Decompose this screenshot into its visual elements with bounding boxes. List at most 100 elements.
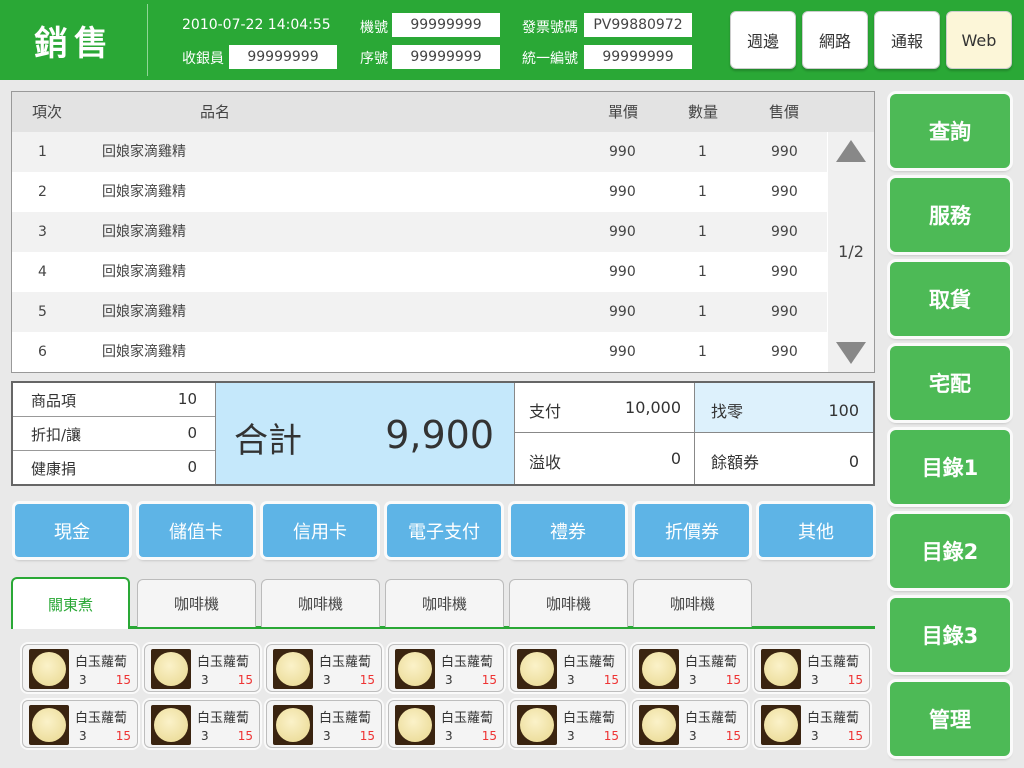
- product-tile[interactable]: 白玉蘿蔔 3 15: [144, 644, 260, 692]
- catalog-1-button[interactable]: 目錄1: [890, 430, 1010, 504]
- radish-icon: [29, 649, 69, 689]
- service-button[interactable]: 服務: [890, 178, 1010, 252]
- summary-left: 商品項 10 折扣/讓 0 健康捐 0: [13, 383, 215, 484]
- product-qty: 3: [811, 673, 819, 687]
- items-count-row: 商品項 10: [13, 383, 215, 417]
- voucher-label: 餘額券: [711, 453, 760, 472]
- cashier-field: 99999999: [229, 45, 337, 69]
- network-button[interactable]: 網路: [802, 11, 868, 69]
- product-price: 15: [603, 729, 619, 743]
- health-label: 健康捐: [31, 460, 77, 478]
- table-row[interactable]: 4 回娘家滴雞精 990 1 990: [12, 252, 827, 292]
- scroll-down-icon[interactable]: [836, 342, 866, 364]
- product-tile[interactable]: 白玉蘿蔔 3 15: [266, 700, 382, 748]
- product-qty: 3: [567, 729, 575, 743]
- col-no: 項次: [32, 103, 63, 121]
- product-tile[interactable]: 白玉蘿蔔 3 15: [266, 644, 382, 692]
- product-tile[interactable]: 白玉蘿蔔 3 15: [510, 644, 626, 692]
- catalog-2-button[interactable]: 目錄2: [890, 514, 1010, 588]
- health-value: 0: [187, 458, 197, 476]
- product-price: 15: [481, 729, 497, 743]
- tab-coffee-3[interactable]: 咖啡機: [385, 579, 504, 627]
- product-tile[interactable]: 白玉蘿蔔 3 15: [22, 700, 138, 748]
- col-price: 單價: [608, 103, 639, 121]
- product-name: 白玉蘿蔔: [807, 711, 860, 726]
- radish-icon: [761, 705, 801, 745]
- row-no: 6: [38, 344, 47, 360]
- row-no: 4: [38, 264, 47, 280]
- product-tile[interactable]: 白玉蘿蔔 3 15: [510, 700, 626, 748]
- tab-coffee-2[interactable]: 咖啡機: [261, 579, 380, 627]
- row-price: 990: [609, 304, 636, 320]
- product-qty: 3: [811, 729, 819, 743]
- product-tile[interactable]: 白玉蘿蔔 3 15: [388, 644, 504, 692]
- credit-card-button[interactable]: 信用卡: [263, 504, 377, 557]
- total-box: 合計 9,900: [215, 383, 515, 484]
- product-price: 15: [359, 673, 375, 687]
- product-name: 白玉蘿蔔: [197, 655, 250, 670]
- page-indicator: 1/2: [838, 242, 864, 261]
- scroll-up-icon[interactable]: [836, 140, 866, 162]
- row-price: 990: [609, 184, 636, 200]
- product-tile[interactable]: 白玉蘿蔔 3 15: [144, 700, 260, 748]
- header-bar: 銷售 2010-07-22 14:04:55 收銀員 99999999 機號 9…: [0, 0, 1024, 80]
- product-price: 15: [847, 673, 863, 687]
- tab-oden[interactable]: 關東煮: [11, 577, 130, 629]
- product-price: 15: [481, 673, 497, 687]
- table-row[interactable]: 1 回娘家滴雞精 990 1 990: [12, 132, 827, 172]
- stored-value-card-button[interactable]: 儲值卡: [139, 504, 253, 557]
- datetime: 2010-07-22 14:04:55: [182, 17, 331, 33]
- product-name: 白玉蘿蔔: [441, 711, 494, 726]
- table-row[interactable]: 2 回娘家滴雞精 990 1 990: [12, 172, 827, 212]
- pickup-button[interactable]: 取貨: [890, 262, 1010, 336]
- radish-icon: [395, 705, 435, 745]
- tab-coffee-1[interactable]: 咖啡機: [137, 579, 256, 627]
- web-button[interactable]: Web: [946, 11, 1012, 69]
- row-amount: 990: [771, 304, 798, 320]
- product-price: 15: [847, 729, 863, 743]
- total-label: 合計: [234, 421, 302, 461]
- row-price: 990: [609, 144, 636, 160]
- row-name: 回娘家滴雞精: [102, 304, 186, 320]
- radish-icon: [761, 649, 801, 689]
- catalog-3-button[interactable]: 目錄3: [890, 598, 1010, 672]
- row-qty: 1: [698, 144, 707, 160]
- notify-button[interactable]: 通報: [874, 11, 940, 69]
- coupon-button[interactable]: 折價券: [635, 504, 749, 557]
- radish-icon: [639, 649, 679, 689]
- product-qty: 3: [445, 729, 453, 743]
- manage-button[interactable]: 管理: [890, 682, 1010, 756]
- payment-box: 支付 10,000 溢收 0: [515, 383, 695, 484]
- tab-coffee-5[interactable]: 咖啡機: [633, 579, 752, 627]
- product-price: 15: [115, 729, 131, 743]
- table-row[interactable]: 3 回娘家滴雞精 990 1 990: [12, 212, 827, 252]
- table-row[interactable]: 6 回娘家滴雞精 990 1 990: [12, 332, 827, 372]
- invoice-label: 發票號碼: [522, 20, 578, 36]
- radish-icon: [517, 705, 557, 745]
- machine-field: 99999999: [392, 13, 500, 37]
- product-name: 白玉蘿蔔: [197, 711, 250, 726]
- product-price: 15: [725, 673, 741, 687]
- product-tile[interactable]: 白玉蘿蔔 3 15: [632, 644, 748, 692]
- query-button[interactable]: 查詢: [890, 94, 1010, 168]
- gift-voucher-button[interactable]: 禮券: [511, 504, 625, 557]
- cash-button[interactable]: 現金: [15, 504, 129, 557]
- product-tile[interactable]: 白玉蘿蔔 3 15: [754, 700, 870, 748]
- col-amount: 售價: [769, 103, 800, 121]
- product-name: 白玉蘿蔔: [807, 655, 860, 670]
- other-payment-button[interactable]: 其他: [759, 504, 873, 557]
- e-payment-button[interactable]: 電子支付: [387, 504, 501, 557]
- product-tile[interactable]: 白玉蘿蔔 3 15: [388, 700, 504, 748]
- product-tile[interactable]: 白玉蘿蔔 3 15: [632, 700, 748, 748]
- delivery-button[interactable]: 宅配: [890, 346, 1010, 420]
- overpay-label: 溢收: [529, 453, 562, 472]
- table-row[interactable]: 5 回娘家滴雞精 990 1 990: [12, 292, 827, 332]
- product-tile[interactable]: 白玉蘿蔔 3 15: [22, 644, 138, 692]
- summary-panel: 商品項 10 折扣/讓 0 健康捐 0 合計 9,900 支付 10,000 溢…: [11, 381, 875, 486]
- peripherals-button[interactable]: 週邊: [730, 11, 796, 69]
- table-scrollbar: 1/2: [828, 132, 874, 372]
- product-tile[interactable]: 白玉蘿蔔 3 15: [754, 644, 870, 692]
- overpay-value: 0: [670, 449, 681, 468]
- product-name: 白玉蘿蔔: [685, 655, 738, 670]
- tab-coffee-4[interactable]: 咖啡機: [509, 579, 628, 627]
